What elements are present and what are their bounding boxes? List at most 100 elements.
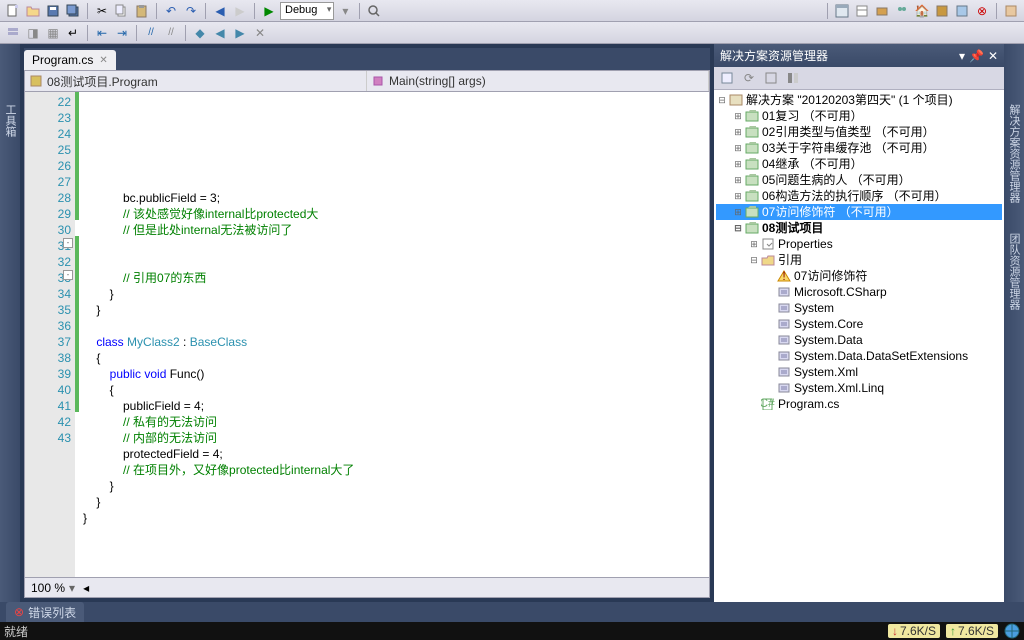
net-up-badge: ↑7.6K/S bbox=[946, 624, 998, 638]
team-icon[interactable] bbox=[893, 2, 911, 20]
copy-icon[interactable] bbox=[113, 2, 131, 20]
param-info-icon[interactable]: ◨ bbox=[24, 24, 42, 42]
asm-icon bbox=[776, 285, 792, 299]
solution-explorer-tab[interactable]: 解决方案资源管理器 bbox=[1006, 104, 1022, 203]
asm-icon bbox=[776, 349, 792, 363]
expand-icon[interactable]: ⊞ bbox=[732, 204, 744, 220]
object-browser-icon[interactable] bbox=[953, 2, 971, 20]
tree-item[interactable]: ⊞05问题生病的人 （不可用） bbox=[716, 172, 1002, 188]
expand-icon[interactable]: ⊞ bbox=[732, 188, 744, 204]
tree-item[interactable]: Microsoft.CSharp bbox=[716, 284, 1002, 300]
properties-icon[interactable] bbox=[784, 69, 802, 87]
toolbox-icon[interactable] bbox=[873, 2, 891, 20]
prev-bookmark-icon[interactable]: ◀ bbox=[211, 24, 229, 42]
expand-icon[interactable]: ⊞ bbox=[732, 172, 744, 188]
quick-info-icon[interactable]: ▦ bbox=[44, 24, 62, 42]
tree-item[interactable]: ⊞04继承 （不可用） bbox=[716, 156, 1002, 172]
decrease-indent-icon[interactable]: ⇤ bbox=[93, 24, 111, 42]
team-explorer-tab[interactable]: 团队资源管理器 bbox=[1006, 233, 1022, 310]
tree-item[interactable]: System bbox=[716, 300, 1002, 316]
toolbox-tab[interactable]: 工具箱 bbox=[2, 104, 18, 137]
tree-item[interactable]: ⊞02引用类型与值类型 （不可用） bbox=[716, 124, 1002, 140]
tree-item[interactable]: ⊞06构造方法的执行顺序 （不可用） bbox=[716, 188, 1002, 204]
tree-item[interactable]: ⊞01复习 （不可用） bbox=[716, 108, 1002, 124]
error-list-icon[interactable]: ⊗ bbox=[973, 2, 991, 20]
tree-item[interactable]: ⊞07访问修饰符 （不可用） bbox=[716, 204, 1002, 220]
fold-icon[interactable]: - bbox=[63, 238, 73, 248]
window-position-icon[interactable]: ▾ bbox=[959, 49, 965, 63]
member-list-icon[interactable] bbox=[4, 24, 22, 42]
cut-icon[interactable]: ✂ bbox=[93, 2, 111, 20]
tree-item[interactable]: !07访问修饰符 bbox=[716, 268, 1002, 284]
tree-item[interactable]: ⊟08测试项目 bbox=[716, 220, 1002, 236]
editor-tab-bar: Program.cs ✕ bbox=[24, 48, 710, 70]
tree-item[interactable]: System.Data.DataSetExtensions bbox=[716, 348, 1002, 364]
ref-icon bbox=[760, 253, 776, 267]
solution-explorer-icon[interactable] bbox=[833, 2, 851, 20]
next-bookmark-icon[interactable]: ▶ bbox=[231, 24, 249, 42]
nav-member-combo[interactable]: Main(string[] args) bbox=[367, 71, 709, 91]
zoom-level[interactable]: 100 % bbox=[31, 581, 65, 595]
comment-icon[interactable]: // bbox=[142, 24, 160, 42]
tree-item[interactable]: System.Data bbox=[716, 332, 1002, 348]
expand-icon[interactable]: ⊟ bbox=[732, 220, 744, 236]
start-debug-icon[interactable]: ▶ bbox=[260, 2, 278, 20]
nav-class-combo[interactable]: 08测试项目.Program bbox=[25, 71, 367, 91]
status-bar: 就绪 ↓7.6K/S ↑7.6K/S bbox=[0, 622, 1024, 640]
close-icon[interactable]: ✕ bbox=[99, 55, 107, 66]
undo-icon[interactable]: ↶ bbox=[162, 2, 180, 20]
refresh-icon[interactable]: ⟳ bbox=[740, 69, 758, 87]
uncomment-icon[interactable]: // bbox=[162, 24, 180, 42]
paste-icon[interactable] bbox=[133, 2, 151, 20]
tree-item[interactable]: System.Xml bbox=[716, 364, 1002, 380]
nav-fwd-icon[interactable]: ▶ bbox=[231, 2, 249, 20]
error-icon: ⊗ bbox=[14, 605, 24, 619]
auto-hide-icon[interactable]: 📌 bbox=[969, 49, 984, 63]
tree-item[interactable]: System.Xml.Linq bbox=[716, 380, 1002, 396]
error-list-tab[interactable]: ⊗ 错误列表 bbox=[6, 602, 84, 623]
word-wrap-icon[interactable]: ↵ bbox=[64, 24, 82, 42]
bookmark-icon[interactable]: ◆ bbox=[191, 24, 209, 42]
show-all-icon[interactable] bbox=[762, 69, 780, 87]
tree-item[interactable]: ⊞03关于字符串缓存池 （不可用） bbox=[716, 140, 1002, 156]
properties-icon[interactable] bbox=[853, 2, 871, 20]
expand-icon[interactable]: ⊞ bbox=[732, 108, 744, 124]
editor-tab-program[interactable]: Program.cs ✕ bbox=[24, 50, 116, 70]
solution-root[interactable]: ⊟ 解决方案 "20120203第四天" (1 个项目) bbox=[716, 92, 1002, 108]
debug-config-combo[interactable]: Debug bbox=[280, 2, 334, 20]
zoom-dropdown-icon[interactable]: ▾ bbox=[69, 581, 75, 595]
solution-tree[interactable]: ⊟ 解决方案 "20120203第四天" (1 个项目) ⊞01复习 （不可用）… bbox=[714, 90, 1004, 602]
expand-icon[interactable]: ⊞ bbox=[748, 236, 760, 252]
tree-item[interactable]: System.Core bbox=[716, 316, 1002, 332]
tree-item[interactable]: ⊟引用 bbox=[716, 252, 1002, 268]
code-editor[interactable]: 2223242526272829303132333435363738394041… bbox=[24, 92, 710, 578]
fold-icon[interactable]: - bbox=[63, 270, 73, 280]
new-file-icon[interactable] bbox=[4, 2, 22, 20]
clear-bookmarks-icon[interactable]: ✕ bbox=[251, 24, 269, 42]
expand-icon[interactable]: ⊞ bbox=[732, 140, 744, 156]
solution-explorer-title: 解决方案资源管理器 ▾ 📌 ✕ bbox=[714, 44, 1004, 67]
open-folder-icon[interactable] bbox=[24, 2, 42, 20]
home-icon[interactable] bbox=[718, 69, 736, 87]
save-icon[interactable] bbox=[44, 2, 62, 20]
expand-icon[interactable]: ⊞ bbox=[732, 156, 744, 172]
asm-icon bbox=[776, 333, 792, 347]
find-icon[interactable] bbox=[365, 2, 383, 20]
redo-icon[interactable]: ↷ bbox=[182, 2, 200, 20]
start-page-icon[interactable]: 🏠 bbox=[913, 2, 931, 20]
expand-icon[interactable]: ⊟ bbox=[748, 252, 760, 268]
close-icon[interactable]: ✕ bbox=[988, 49, 998, 63]
proj-icon bbox=[744, 173, 760, 187]
tree-item[interactable]: ⊞Properties bbox=[716, 236, 1002, 252]
browser-icon[interactable] bbox=[1004, 623, 1020, 639]
increase-indent-icon[interactable]: ⇥ bbox=[113, 24, 131, 42]
expand-icon[interactable]: ⊞ bbox=[732, 124, 744, 140]
class-view-icon[interactable] bbox=[933, 2, 951, 20]
scroll-left-icon[interactable]: ◂ bbox=[83, 581, 89, 595]
ext-icon[interactable] bbox=[1002, 2, 1020, 20]
platform-combo-icon[interactable]: ▾ bbox=[336, 2, 354, 20]
tree-item[interactable]: C#Program.cs bbox=[716, 396, 1002, 412]
save-all-icon[interactable] bbox=[64, 2, 82, 20]
nav-back-icon[interactable]: ◀ bbox=[211, 2, 229, 20]
svg-text:!: ! bbox=[782, 270, 785, 282]
